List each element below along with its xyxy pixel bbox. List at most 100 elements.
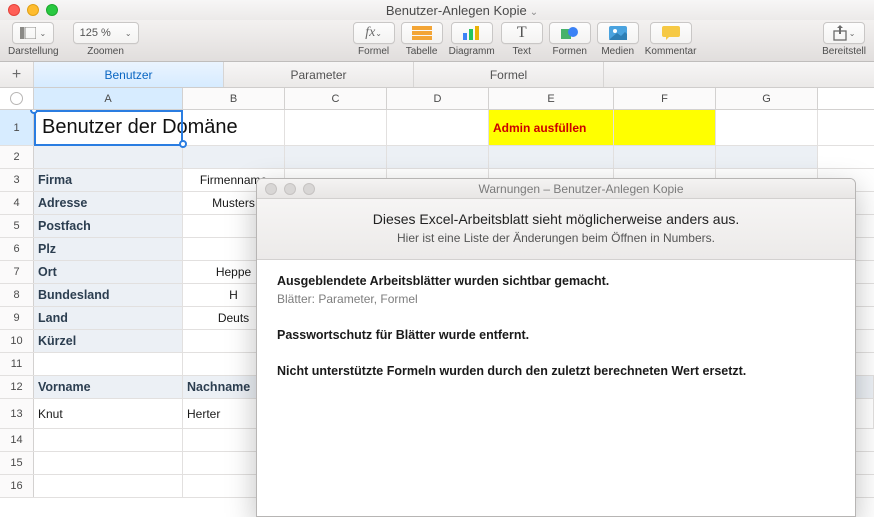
cell-C2[interactable] bbox=[285, 146, 387, 168]
row-header-6[interactable]: 6 bbox=[0, 238, 34, 260]
tab-label: Formel bbox=[490, 68, 527, 82]
warnings-titlebar[interactable]: Warnungen – Benutzer-Anlegen Kopie bbox=[257, 179, 855, 199]
row-2: 2 bbox=[0, 146, 874, 169]
column-header-F[interactable]: F bbox=[614, 88, 716, 109]
text-button[interactable]: T bbox=[501, 22, 543, 44]
cell-A6[interactable]: Plz bbox=[34, 238, 183, 260]
formula-label: Formel bbox=[358, 46, 389, 57]
text-icon: T bbox=[517, 24, 527, 42]
row-header-5[interactable]: 5 bbox=[0, 215, 34, 237]
warn-min-button[interactable] bbox=[284, 183, 296, 195]
media-button[interactable] bbox=[597, 22, 639, 44]
cell-D1[interactable] bbox=[387, 110, 489, 145]
row-header-16[interactable]: 16 bbox=[0, 475, 34, 497]
view-button[interactable]: ⌄ bbox=[12, 22, 54, 44]
column-header-G[interactable]: G bbox=[716, 88, 818, 109]
chart-button[interactable] bbox=[451, 22, 493, 44]
cell-D2[interactable] bbox=[387, 146, 489, 168]
row-header-1[interactable]: 1 bbox=[0, 110, 34, 145]
share-icon bbox=[833, 25, 847, 41]
zoom-window-button[interactable] bbox=[46, 4, 58, 16]
sheet-tab-formel[interactable]: Formel bbox=[414, 62, 604, 87]
table-button[interactable] bbox=[401, 22, 443, 44]
zoom-dropdown[interactable]: 125 % ⌄ bbox=[73, 22, 139, 44]
chart-label: Diagramm bbox=[449, 46, 495, 57]
cell-F2[interactable] bbox=[614, 146, 716, 168]
cell-A4[interactable]: Adresse bbox=[34, 192, 183, 214]
warnings-body: Ausgeblendete Arbeitsblätter wurden sich… bbox=[257, 260, 855, 414]
cell-A1[interactable]: Benutzer der Domäne bbox=[34, 110, 183, 145]
cell-A5[interactable]: Postfach bbox=[34, 215, 183, 237]
cell-A10[interactable]: Kürzel bbox=[34, 330, 183, 352]
comment-button[interactable] bbox=[650, 22, 692, 44]
chart-icon bbox=[462, 26, 482, 40]
cell-F1[interactable] bbox=[614, 110, 716, 145]
column-header-B[interactable]: B bbox=[183, 88, 285, 109]
sheet-tab-parameter[interactable]: Parameter bbox=[224, 62, 414, 87]
table-icon bbox=[412, 26, 432, 40]
warning-title: Passwortschutz für Blätter wurde entfern… bbox=[277, 328, 835, 342]
cell-A9[interactable]: Land bbox=[34, 307, 183, 329]
select-all-corner[interactable] bbox=[0, 88, 34, 109]
cell-C1[interactable] bbox=[285, 110, 387, 145]
warning-item: Nicht unterstützte Formeln wurden durch … bbox=[277, 364, 835, 378]
selection-handle[interactable] bbox=[179, 140, 187, 148]
row-header-4[interactable]: 4 bbox=[0, 192, 34, 214]
warning-title: Ausgeblendete Arbeitsblätter wurden sich… bbox=[277, 274, 835, 288]
tab-label: Benutzer bbox=[104, 68, 152, 82]
column-header-D[interactable]: D bbox=[387, 88, 489, 109]
cell-A2[interactable] bbox=[34, 146, 183, 168]
share-button[interactable]: ⌄ bbox=[823, 22, 865, 44]
row-header-11[interactable]: 11 bbox=[0, 353, 34, 375]
cell-A12[interactable]: Vorname bbox=[34, 376, 183, 398]
column-header-A[interactable]: A bbox=[34, 88, 183, 109]
cell-B2[interactable] bbox=[183, 146, 285, 168]
warning-item: Passwortschutz für Blätter wurde entfern… bbox=[277, 328, 835, 342]
row-header-8[interactable]: 8 bbox=[0, 284, 34, 306]
table-label: Tabelle bbox=[406, 46, 438, 57]
comment-label: Kommentar bbox=[645, 46, 697, 57]
column-header-E[interactable]: E bbox=[489, 88, 614, 109]
cell-A13[interactable]: Knut bbox=[34, 399, 183, 428]
cell-E2[interactable] bbox=[489, 146, 614, 168]
cell-B1[interactable] bbox=[183, 110, 285, 145]
row-header-13[interactable]: 13 bbox=[0, 399, 34, 428]
row-header-12[interactable]: 12 bbox=[0, 376, 34, 398]
minimize-window-button[interactable] bbox=[27, 4, 39, 16]
warn-zoom-button[interactable] bbox=[303, 183, 315, 195]
row-header-10[interactable]: 10 bbox=[0, 330, 34, 352]
add-sheet-button[interactable]: + bbox=[0, 62, 34, 87]
shapes-button[interactable] bbox=[549, 22, 591, 44]
warn-close-button[interactable] bbox=[265, 183, 277, 195]
formula-button[interactable]: fx⌄ bbox=[353, 22, 395, 44]
cell-A3[interactable]: Firma bbox=[34, 169, 183, 191]
chevron-down-icon: ⌄ bbox=[125, 29, 132, 38]
cell-G1[interactable] bbox=[716, 110, 818, 145]
row-header-9[interactable]: 9 bbox=[0, 307, 34, 329]
window-title-text: Benutzer-Anlegen Kopie bbox=[386, 3, 527, 18]
formula-icon: fx⌄ bbox=[365, 25, 382, 41]
column-header-row: A B C D E F G bbox=[0, 88, 874, 110]
row-header-2[interactable]: 2 bbox=[0, 146, 34, 168]
text-label: Text bbox=[513, 46, 531, 57]
media-icon bbox=[609, 26, 627, 40]
sheet-tab-benutzer[interactable]: Benutzer bbox=[34, 62, 224, 87]
cell-E1[interactable]: Admin ausfüllen bbox=[489, 110, 614, 145]
title-chevron-icon[interactable]: ⌄ bbox=[530, 7, 538, 18]
comment-icon bbox=[662, 26, 680, 40]
close-window-button[interactable] bbox=[8, 4, 20, 16]
cell-A7[interactable]: Ort bbox=[34, 261, 183, 283]
cell-G2[interactable] bbox=[716, 146, 818, 168]
warnings-subhead: Hier ist eine Liste der Änderungen beim … bbox=[273, 231, 839, 245]
column-header-C[interactable]: C bbox=[285, 88, 387, 109]
warnings-window[interactable]: Warnungen – Benutzer-Anlegen Kopie Diese… bbox=[256, 178, 856, 517]
media-label: Medien bbox=[601, 46, 634, 57]
window-title: Benutzer-Anlegen Kopie⌄ bbox=[58, 3, 866, 18]
traffic-lights bbox=[8, 4, 58, 16]
row-header-15[interactable]: 15 bbox=[0, 452, 34, 474]
row-header-7[interactable]: 7 bbox=[0, 261, 34, 283]
cell-A8[interactable]: Bundesland bbox=[34, 284, 183, 306]
row-header-3[interactable]: 3 bbox=[0, 169, 34, 191]
row-header-14[interactable]: 14 bbox=[0, 429, 34, 451]
row-1: 1 Benutzer der Domäne Admin ausfüllen bbox=[0, 110, 874, 146]
